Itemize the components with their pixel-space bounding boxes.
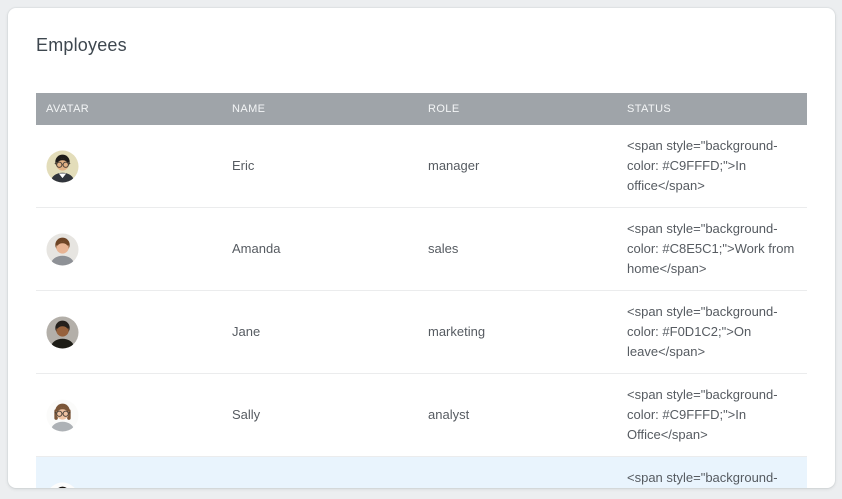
- status-cell: <span style="background-color: #F0D1C2;"…: [617, 291, 807, 373]
- employees-card: Employees AVATAR NAME ROLE STATUS: [8, 8, 835, 488]
- name-cell: Sally: [222, 394, 418, 436]
- employees-table: AVATAR NAME ROLE STATUS Eric manager: [36, 93, 807, 488]
- role-cell: marketing: [418, 311, 617, 353]
- avatar: [46, 150, 79, 183]
- avatar-cell: [36, 139, 222, 194]
- role-cell: analyst: [418, 394, 617, 436]
- role-cell: manager: [418, 145, 617, 187]
- table-row[interactable]: Brad engineer <span style="background-co…: [36, 457, 807, 488]
- status-cell: <span style="background-color: #C9FFFD;"…: [617, 374, 807, 456]
- name-cell: Amanda: [222, 228, 418, 270]
- status-cell: <span style="background-color: #C9FFFD;"…: [617, 125, 807, 207]
- table-header-row: AVATAR NAME ROLE STATUS: [36, 93, 807, 125]
- role-cell: sales: [418, 228, 617, 270]
- table-row[interactable]: Sally analyst <span style="background-co…: [36, 374, 807, 457]
- column-header-status: STATUS: [617, 103, 807, 115]
- avatar-cell: [36, 305, 222, 360]
- table-row[interactable]: Jane marketing <span style="background-c…: [36, 291, 807, 374]
- column-header-role: ROLE: [418, 103, 617, 115]
- status-cell: <span style="background-color: #C8E5C1;"…: [617, 208, 807, 290]
- name-cell: Eric: [222, 145, 418, 187]
- name-cell: Brad: [222, 477, 418, 488]
- role-cell: engineer: [418, 477, 617, 488]
- avatar: [46, 316, 79, 349]
- avatar: [46, 233, 79, 266]
- table-row[interactable]: Amanda sales <span style="background-col…: [36, 208, 807, 291]
- column-header-avatar: AVATAR: [36, 103, 222, 115]
- avatar-cell: [36, 222, 222, 277]
- name-cell: Jane: [222, 311, 418, 353]
- status-cell: <span style="background-color: #C8E5C1;"…: [617, 457, 807, 488]
- avatar-cell: [36, 388, 222, 443]
- avatar: [46, 399, 79, 432]
- avatar-cell: [36, 471, 222, 489]
- table-row[interactable]: Eric manager <span style="background-col…: [36, 125, 807, 208]
- column-header-name: NAME: [222, 103, 418, 115]
- page-title: Employees: [36, 35, 835, 56]
- avatar: [46, 482, 79, 489]
